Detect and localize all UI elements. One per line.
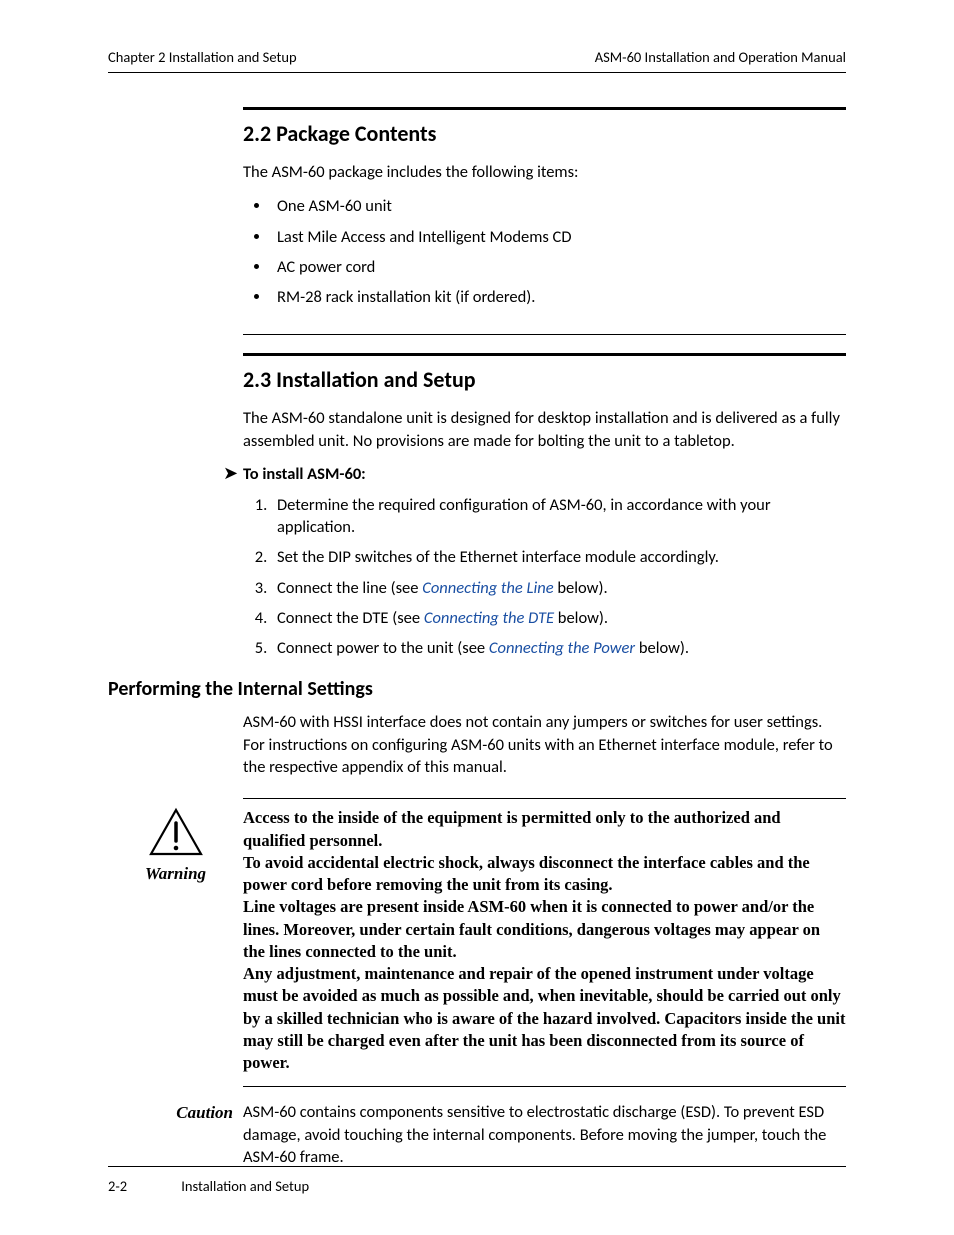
section-2-3: 2.3 Installation and Setup The ASM-60 st…: [243, 353, 846, 659]
procedure-heading-row: ➤ To install ASM-60:: [223, 464, 846, 484]
rule-bottom-22: [243, 334, 846, 335]
rule-below-warning: [243, 1086, 846, 1087]
rule-above-warning: [243, 798, 846, 799]
footer-title: Installation and Setup: [181, 1177, 309, 1195]
section-2-2-title: 2.2 Package Contents: [243, 120, 846, 147]
list-item: Connect the DTE (see Connecting the DTE …: [271, 607, 846, 629]
step-text: below).: [554, 578, 608, 598]
section-2-2-intro: The ASM-60 package includes the followin…: [243, 161, 846, 183]
list-item: AC power cord: [271, 256, 846, 278]
list-item: Connect power to the unit (see Connectin…: [271, 637, 846, 659]
step-text: below).: [635, 638, 689, 658]
subsection-internal-settings: ASM-60 with HSSI interface does not cont…: [243, 711, 846, 778]
warning-block: Warning Access to the inside of the equi…: [108, 807, 846, 1074]
caution-label: Caution: [108, 1103, 233, 1123]
warning-triangle-icon: [148, 843, 204, 862]
section-2-3-title: 2.3 Installation and Setup: [243, 366, 846, 393]
list-item: Set the DIP switches of the Ethernet int…: [271, 546, 846, 568]
list-item: Connect the line (see Connecting the Lin…: [271, 577, 846, 599]
footer-page-number: 2-2: [108, 1177, 178, 1195]
procedure-title: To install ASM-60:: [243, 464, 366, 484]
step-text: Connect power to the unit (see: [277, 638, 489, 658]
step-text: Connect the line (see: [277, 578, 422, 598]
package-list: One ASM-60 unit Last Mile Access and Int…: [243, 195, 846, 308]
warning-callout: Warning: [108, 807, 243, 884]
rule-top-22: [243, 107, 846, 110]
caution-text: ASM-60 contains components sensitive to …: [243, 1101, 846, 1168]
arrow-icon: ➤: [223, 464, 243, 484]
step-text: below).: [554, 608, 608, 628]
running-header: Chapter 2 Installation and Setup ASM-60 …: [108, 48, 846, 73]
link-connecting-line[interactable]: Connecting the Line: [422, 578, 553, 598]
header-right-bold: ASM-60: [595, 48, 642, 66]
internal-settings-para: ASM-60 with HSSI interface does not cont…: [243, 711, 846, 778]
list-item: Last Mile Access and Intelligent Modems …: [271, 226, 846, 248]
section-2-3-intro: The ASM-60 standalone unit is designed f…: [243, 407, 846, 452]
header-left: Chapter 2 Installation and Setup: [108, 48, 297, 66]
caution-block: Caution ASM-60 contains components sensi…: [108, 1101, 846, 1168]
list-item: Determine the required configuration of …: [271, 494, 846, 539]
header-right-rest: Installation and Operation Manual: [641, 48, 846, 66]
warning-label: Warning: [108, 864, 243, 884]
header-right: ASM-60 Installation and Operation Manual: [595, 48, 846, 66]
link-connecting-dte[interactable]: Connecting the DTE: [424, 608, 554, 628]
subsection-internal-settings-title: Performing the Internal Settings: [108, 677, 846, 701]
list-item: RM-28 rack installation kit (if ordered)…: [271, 286, 846, 308]
link-connecting-power[interactable]: Connecting the Power: [489, 638, 635, 658]
rule-top-23: [243, 353, 846, 356]
install-steps: Determine the required configuration of …: [243, 494, 846, 660]
page-footer: 2-2 Installation and Setup: [108, 1166, 846, 1195]
warning-text: Access to the inside of the equipment is…: [243, 807, 846, 1074]
section-2-2: 2.2 Package Contents The ASM-60 package …: [243, 107, 846, 335]
caution-callout: Caution: [108, 1101, 243, 1123]
step-text: Connect the DTE (see: [277, 608, 424, 628]
page: Chapter 2 Installation and Setup ASM-60 …: [0, 0, 954, 1235]
list-item: One ASM-60 unit: [271, 195, 846, 217]
